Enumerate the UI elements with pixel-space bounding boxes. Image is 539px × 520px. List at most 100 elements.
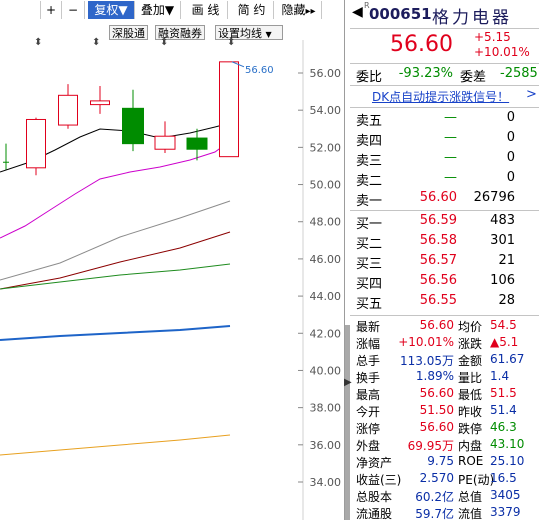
buy-price: 56.57 xyxy=(419,253,457,268)
stat-label: 昨收 xyxy=(458,405,483,419)
price-tick-label: 56.00 xyxy=(310,67,342,80)
draw-line-button[interactable]: 画 线 xyxy=(184,1,228,19)
chart-toolbar: + − 复权▼ 叠加▼ 画 线 简 约 隐藏▸▸ xyxy=(0,0,344,20)
divider xyxy=(350,63,539,64)
stats-row: 总股本 60.2亿 总值 3405 xyxy=(350,488,539,505)
stat-value: 51.5 xyxy=(490,386,517,400)
divider xyxy=(350,28,539,29)
buy-price: 56.58 xyxy=(419,233,457,248)
stat-value: 9.75 xyxy=(427,454,454,468)
stat-label: 最高 xyxy=(356,388,381,402)
price-tick-label: 44.00 xyxy=(310,290,342,303)
sell-row[interactable]: 卖三 — 0 xyxy=(350,150,539,170)
stat-value: 56.60 xyxy=(419,420,454,434)
buy-row[interactable]: 买四 56.56 106 xyxy=(350,273,539,293)
sell-price: — xyxy=(444,110,457,125)
hide-button[interactable]: 隐藏▸▸ xyxy=(276,1,322,19)
stat-label: 换手 xyxy=(356,371,381,385)
stats-row: 总手 113.05万 金额 61.67 xyxy=(350,352,539,369)
event-marker-icon[interactable]: ⬍ xyxy=(160,38,168,48)
price-change: +5.15 xyxy=(474,30,511,44)
sell-level-label: 卖四 xyxy=(356,134,383,149)
stats-row: 外盘 69.95万 内盘 43.10 xyxy=(350,437,539,454)
stat-value: 56.60 xyxy=(419,386,454,400)
stat-value: 25.10 xyxy=(490,454,525,468)
price-tick-label: 34.00 xyxy=(310,476,342,489)
divider xyxy=(350,85,539,86)
price-tick-label: 54.00 xyxy=(310,104,342,117)
buy-volume: 301 xyxy=(490,233,515,248)
sell-volume: 0 xyxy=(506,110,515,125)
buy-row[interactable]: 买二 56.58 301 xyxy=(350,233,539,253)
event-marker-icon[interactable]: ⬍ xyxy=(92,38,100,48)
expand-arrows-icon: ▸▸ xyxy=(305,6,316,17)
buy-level-label: 买二 xyxy=(356,237,383,252)
buy-row[interactable]: 买五 56.55 28 xyxy=(350,293,539,313)
sell-level-label: 卖一 xyxy=(356,194,383,209)
latest-price-label: 56.60 xyxy=(245,65,274,76)
stat-label: 内盘 xyxy=(458,439,483,453)
stat-label: 今开 xyxy=(356,405,381,419)
weibi-label: 委比 xyxy=(356,70,383,85)
stock-code: 000651 xyxy=(369,5,432,23)
buy-price: 56.59 xyxy=(419,213,457,228)
sell-row[interactable]: 卖一 56.60 26796 xyxy=(350,190,539,210)
buy-row[interactable]: 买一 56.59 483 xyxy=(350,213,539,233)
dk-link-text[interactable]: DK点自动提示涨跌信号！ xyxy=(372,88,509,105)
zoom-in-button[interactable]: + xyxy=(40,1,62,19)
buy-row[interactable]: 买三 56.57 21 xyxy=(350,253,539,273)
simple-mode-button[interactable]: 简 约 xyxy=(230,1,274,19)
shengutong-button[interactable]: 深股通 xyxy=(109,25,148,40)
dk-signal-link[interactable]: DK点自动提示涨跌信号！ > xyxy=(350,87,539,107)
stat-value: 51.50 xyxy=(419,403,454,417)
stat-label: 总值 xyxy=(458,490,483,504)
buy-volume: 28 xyxy=(498,293,515,308)
price-tick-label: 50.00 xyxy=(310,179,342,192)
stat-value: ▲5.1 xyxy=(490,335,519,349)
stat-label: 均价 xyxy=(458,320,483,334)
stat-label: 净资产 xyxy=(356,456,393,470)
stats-row: 涨幅 +10.01% 涨跌 ▲5.1 xyxy=(350,335,539,352)
stat-value: 3405 xyxy=(490,488,521,502)
chevron-right-icon[interactable]: > xyxy=(526,87,537,102)
zoom-out-button[interactable]: − xyxy=(62,1,85,19)
stat-value: 1.89% xyxy=(415,369,454,383)
stat-value: 43.10 xyxy=(490,437,525,451)
stock-name: 格力电器 xyxy=(432,8,512,28)
current-price: 56.60 xyxy=(390,32,453,57)
moving-average-line xyxy=(0,231,231,290)
sell-price: — xyxy=(444,130,457,145)
diejia-dropdown[interactable]: 叠加▼ xyxy=(135,1,181,19)
stats-row: 最高 56.60 最低 51.5 xyxy=(350,386,539,403)
moving-average-line xyxy=(0,434,231,456)
buy-volume: 21 xyxy=(498,253,515,268)
stock-header: ◀ R 000651 格力电器 xyxy=(350,1,539,28)
stat-label: 总股本 xyxy=(356,490,393,504)
kline-chart-panel[interactable]: 56.00 54.00 52.00 50.00 48.00 46.00 44.00 42.00… xyxy=(0,0,344,520)
set-ma-dropdown[interactable]: 设置均线 ▼ xyxy=(215,25,283,40)
stat-value: 113.05万 xyxy=(400,354,454,368)
sell-row[interactable]: 卖四 — 0 xyxy=(350,130,539,150)
stats-row: 换手 1.89% 量比 1.4 xyxy=(350,369,539,386)
event-marker-icon[interactable]: ⬍ xyxy=(34,38,42,48)
stat-value: 69.95万 xyxy=(407,439,454,453)
price-tick-label: 40.00 xyxy=(310,364,342,377)
sell-row[interactable]: 卖二 — 0 xyxy=(350,170,539,190)
fuquan-dropdown[interactable]: 复权▼ xyxy=(88,1,135,19)
sell-volume: 26796 xyxy=(473,190,515,205)
sell-volume: 0 xyxy=(506,150,515,165)
stat-value: 54.5 xyxy=(490,318,517,332)
chevron-down-icon: ▼ xyxy=(118,3,128,17)
stat-value: 61.67 xyxy=(490,352,525,366)
stats-row: 净资产 9.75 ROE 25.10 xyxy=(350,454,539,471)
kline-chart[interactable]: 56.00 54.00 52.00 50.00 48.00 46.00 44.00 42.00… xyxy=(0,0,344,520)
prev-stock-icon[interactable]: ◀ xyxy=(352,4,363,20)
buy-price: 56.55 xyxy=(419,293,457,308)
divider xyxy=(350,210,539,211)
sell-level-label: 卖二 xyxy=(356,174,383,189)
stat-value: 1.4 xyxy=(490,369,510,383)
stat-label: 最低 xyxy=(458,388,483,402)
event-marker-icon[interactable]: ⬍ xyxy=(227,38,235,48)
sell-row[interactable]: 卖五 — 0 xyxy=(350,110,539,130)
sell-price: 56.60 xyxy=(419,190,457,205)
